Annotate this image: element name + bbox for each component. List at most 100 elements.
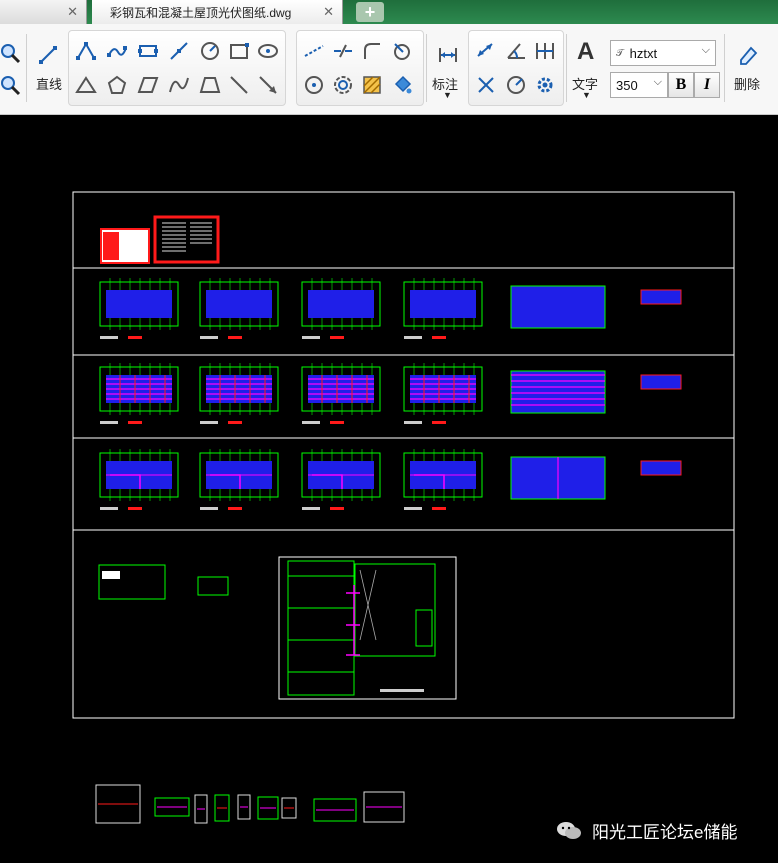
pv-array: [106, 290, 172, 318]
title-block: [100, 336, 118, 339]
title-block: [128, 336, 142, 339]
title-block: [128, 507, 142, 510]
parallelogram-icon[interactable]: [134, 72, 162, 98]
title-block: [432, 507, 446, 510]
document-tab-bar: ✕ 彩钢瓦和混凝土屋顶光伏图纸.dwg ✕ +: [0, 0, 778, 24]
title-block: [228, 507, 242, 510]
detail-plan: [640, 289, 682, 305]
pv-array: [206, 290, 272, 318]
arrow-line-icon[interactable]: [254, 72, 282, 98]
document-tab-previous[interactable]: ✕: [0, 0, 87, 24]
radius-dimension-icon[interactable]: [502, 72, 530, 98]
trapezoid-icon[interactable]: [196, 72, 224, 98]
title-block: [302, 507, 320, 510]
chevron-down-icon[interactable]: ▼: [582, 90, 591, 100]
roof-plan: [510, 370, 606, 414]
tab-label: 彩钢瓦和混凝土屋顶光伏图纸.dwg: [110, 6, 292, 20]
roof-plan: [510, 285, 606, 329]
pv-array: [410, 290, 476, 318]
region-icon[interactable]: [254, 38, 282, 64]
title-block: [200, 507, 218, 510]
title-block: [100, 507, 118, 510]
multiline-icon[interactable]: [134, 38, 162, 64]
polyline-icon[interactable]: [72, 38, 100, 64]
delete-button-label[interactable]: 删除: [734, 74, 760, 93]
close-tab-icon[interactable]: ✕: [67, 4, 78, 20]
hatch-icon[interactable]: [358, 72, 386, 98]
ray-icon[interactable]: [165, 38, 193, 64]
separator: [26, 34, 27, 102]
detail-plan: [640, 460, 682, 476]
cad-drawing: [72, 191, 735, 824]
line-button-label[interactable]: 直线: [36, 74, 62, 93]
text-style-value: hztxt: [629, 45, 658, 61]
italic-button[interactable]: I: [694, 72, 720, 98]
meter-box: [415, 609, 433, 647]
triangle-icon[interactable]: [72, 72, 100, 98]
close-tab-icon[interactable]: ✕: [323, 4, 334, 20]
separator: [724, 34, 725, 102]
dimension-settings-icon[interactable]: [531, 72, 559, 98]
chevron-down-icon: ⌵: [653, 76, 662, 88]
pv-array: [308, 290, 374, 318]
angular-dimension-icon[interactable]: [502, 38, 530, 64]
title-block: [302, 336, 320, 339]
rectangle-icon[interactable]: [225, 38, 253, 64]
title-block: [200, 421, 218, 424]
offset-icon[interactable]: [329, 72, 357, 98]
text-style-select[interactable]: 𝒯 hztxt ⌵: [610, 40, 716, 66]
title-block: [128, 421, 142, 424]
single-line-diagram-frame: [278, 556, 457, 700]
title-block: [200, 336, 218, 339]
schematic: [98, 564, 166, 600]
text-height-select[interactable]: 350 ⌵: [610, 72, 668, 98]
title-block: [228, 336, 242, 339]
document-tab-active[interactable]: 彩钢瓦和混凝土屋顶光伏图纸.dwg ✕: [92, 0, 343, 24]
pentagon-icon[interactable]: [103, 72, 131, 98]
continuous-dimension-icon[interactable]: [531, 38, 559, 64]
drawing-canvas[interactable]: [0, 115, 778, 863]
watermark-text: 阳光工匠论坛e储能: [592, 823, 738, 842]
title-block: [432, 336, 446, 339]
dashed-line-icon[interactable]: [300, 38, 328, 64]
bus-line: [346, 585, 360, 656]
zoom-in-icon[interactable]: [0, 40, 24, 66]
ribbon-toolbar: 直线 标注 ▼ A 文字 ▼ 𝒯 hztxt ⌵ 350 ⌵ B I 删除: [0, 24, 778, 115]
text-icon[interactable]: A: [577, 38, 594, 66]
aligned-dimension-icon[interactable]: [472, 38, 500, 64]
spline-icon[interactable]: [103, 38, 131, 64]
diagonal-line-icon[interactable]: [225, 72, 253, 98]
font-style-icon: 𝒯: [616, 47, 624, 59]
chevron-down-icon[interactable]: ▼: [443, 90, 452, 100]
schematic: [197, 576, 229, 596]
schematic-table: [102, 571, 120, 579]
break-line-icon[interactable]: [329, 38, 357, 64]
detail-plan: [640, 374, 682, 390]
cover-stamp: [103, 232, 119, 260]
rotate-icon[interactable]: [300, 72, 328, 98]
title-block: [330, 336, 344, 339]
separator: [566, 34, 567, 102]
watermark: 阳光工匠论坛e储能: [556, 818, 737, 843]
coordinate-dimension-icon[interactable]: [472, 72, 500, 98]
title-block: [100, 421, 118, 424]
bold-button[interactable]: B: [668, 72, 694, 98]
title-block: [404, 336, 422, 339]
combiner-panel: [287, 560, 355, 696]
freehand-curve-icon[interactable]: [165, 72, 193, 98]
circle-icon[interactable]: [196, 38, 224, 64]
arc-icon[interactable]: [388, 38, 416, 64]
wechat-icon: [557, 821, 581, 839]
new-tab-button[interactable]: +: [356, 2, 384, 22]
title-block: [432, 421, 446, 424]
eraser-icon[interactable]: [734, 42, 762, 68]
fill-icon[interactable]: [388, 72, 416, 98]
dimension-icon[interactable]: [434, 42, 462, 68]
line-icon[interactable]: [34, 42, 62, 68]
zoom-out-icon[interactable]: [0, 72, 24, 98]
chevron-down-icon: ⌵: [701, 44, 710, 56]
title-block: [302, 421, 320, 424]
title-block: [330, 421, 344, 424]
separator: [426, 34, 427, 102]
fillet-icon[interactable]: [358, 38, 386, 64]
